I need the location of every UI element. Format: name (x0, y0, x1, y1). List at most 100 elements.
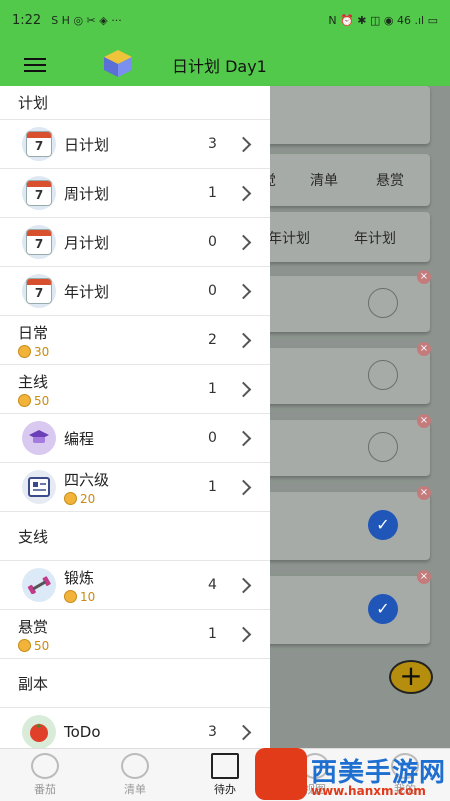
item-count: 1 (208, 479, 217, 495)
coin-reward: 10 (64, 590, 95, 604)
bg-task-card (262, 492, 430, 560)
chevron-right-icon (235, 381, 252, 397)
bg-tab: 悬赏 (376, 173, 404, 189)
drawer-item-label: 周计划 (64, 184, 110, 203)
page-title: 日计划 Day1 (172, 57, 267, 76)
coin-reward: 30 (18, 345, 49, 359)
menu-icon[interactable] (24, 54, 46, 72)
close-icon: × (417, 486, 431, 500)
item-count: 4 (208, 577, 217, 593)
dumbbell-icon (22, 568, 56, 602)
close-icon: × (417, 342, 431, 356)
task-checkbox (368, 432, 398, 462)
bg-task-card (262, 576, 430, 644)
bg-tabs-card-2: 年计划 年计划 (262, 212, 430, 262)
calendar-icon: 7 (22, 127, 56, 161)
gamepad-logo-icon (255, 748, 307, 800)
nav-label: 清单 (124, 783, 146, 796)
drawer-item-label: 日常 (18, 323, 49, 342)
item-count: 0 (208, 234, 217, 250)
task-checkbox (368, 288, 398, 318)
checked-icon: ✓ (368, 510, 398, 540)
tomato-icon (22, 715, 56, 748)
chevron-right-icon (235, 332, 252, 348)
item-count: 1 (208, 626, 217, 642)
coin-reward: 50 (18, 639, 49, 653)
nav-label: 番茄 (34, 783, 56, 796)
drawer-item-cet[interactable]: 四六级 20 1 (0, 463, 270, 512)
watermark-url: www.hanxm.com (311, 784, 426, 798)
calendar-icon: 7 (22, 274, 56, 308)
pie-chart-icon (121, 753, 149, 779)
item-count: 1 (208, 381, 217, 397)
calendar-icon: 7 (22, 225, 56, 259)
chevron-right-icon (235, 283, 252, 299)
section-instance: 副本 (0, 659, 270, 708)
status-right-icons: N ⏰ ✱ ◫ ◉ 46 .ıl ▭ (328, 13, 438, 27)
item-count: 3 (208, 724, 217, 740)
bg-tabs-card: 觉 清单 悬赏 (262, 154, 430, 206)
drawer-item-month-plan[interactable]: 7 月计划 0 (0, 218, 270, 267)
chevron-right-icon (235, 577, 252, 593)
drawer-item-label: 日计划 (64, 135, 110, 154)
nav-label: 待办 (214, 783, 236, 796)
drawer-item-label: 四六级 (64, 470, 110, 489)
drawer-item-label: 编程 (64, 429, 95, 448)
bg-tab: 年计划 (354, 231, 396, 247)
drawer-item-programming[interactable]: 编程 0 (0, 414, 270, 463)
drawer-item-label: 月计划 (64, 233, 110, 252)
status-bar: 1:22 S H ◎ ✂ ◈ ··· N ⏰ ✱ ◫ ◉ 46 .ıl ▭ (0, 0, 450, 40)
bg-card (262, 86, 430, 144)
item-count: 0 (208, 430, 217, 446)
bg-task-card (262, 276, 430, 332)
coin-reward: 20 (64, 492, 109, 506)
graduation-cap-icon (22, 421, 56, 455)
chevron-right-icon (235, 234, 252, 250)
checked-icon: ✓ (368, 594, 398, 624)
tomato-timer-icon (31, 753, 59, 779)
bg-tab: 清单 (310, 173, 338, 189)
bg-task-card (262, 420, 430, 476)
status-left-icons: S H ◎ ✂ ◈ ··· (51, 13, 122, 27)
close-icon: × (417, 570, 431, 584)
section-plan: 计划 (0, 86, 270, 120)
bg-tab: 年计划 (268, 231, 310, 247)
calendar-icon: 7 (22, 176, 56, 210)
book-icon (22, 470, 56, 504)
bg-task-card (262, 348, 430, 404)
nav-tomato[interactable]: 番茄 (0, 749, 90, 801)
drawer-item-bounty[interactable]: 悬赏 50 1 (0, 610, 270, 659)
drawer-item-day-plan[interactable]: 7 日计划 3 (0, 120, 270, 169)
status-time: 1:22 (12, 12, 42, 28)
drawer-item-todo[interactable]: ToDo 3 (0, 708, 270, 748)
app-logo-cube-icon (104, 50, 132, 77)
drawer-item-week-plan[interactable]: 7 周计划 1 (0, 169, 270, 218)
chevron-right-icon (235, 136, 252, 152)
nav-list[interactable]: 清单 (90, 749, 180, 801)
chevron-right-icon (235, 724, 252, 740)
drawer-item-daily[interactable]: 日常 30 2 (0, 316, 270, 365)
drawer-item-label: 主线 (18, 372, 49, 391)
app-bar: 日计划 Day1 (0, 40, 450, 86)
item-count: 3 (208, 136, 217, 152)
drawer-item-label: 锻炼 (64, 568, 95, 587)
coin-reward: 50 (18, 394, 49, 408)
item-count: 0 (208, 283, 217, 299)
coin-icon (64, 590, 77, 603)
drawer-item-exercise[interactable]: 锻炼 10 4 (0, 561, 270, 610)
chevron-right-icon (235, 430, 252, 446)
add-button[interactable]: + (389, 660, 433, 694)
drawer-item-label: ToDo (64, 723, 101, 741)
chevron-right-icon (235, 185, 252, 201)
section-side: 支线 (0, 512, 270, 561)
navigation-drawer: 计划 7 日计划 3 7 周计划 1 7 月计划 0 7 年计划 0 日常 30… (0, 86, 270, 748)
watermark: 西美手游网 www.hanxm.com (255, 748, 450, 800)
chevron-right-icon (235, 626, 252, 642)
drawer-item-year-plan[interactable]: 7 年计划 0 (0, 267, 270, 316)
coin-icon (18, 394, 31, 407)
drawer-item-mainline[interactable]: 主线 50 1 (0, 365, 270, 414)
drawer-item-label: 悬赏 (18, 617, 49, 636)
item-count: 1 (208, 185, 217, 201)
item-count: 2 (208, 332, 217, 348)
drawer-item-label: 年计划 (64, 282, 110, 301)
